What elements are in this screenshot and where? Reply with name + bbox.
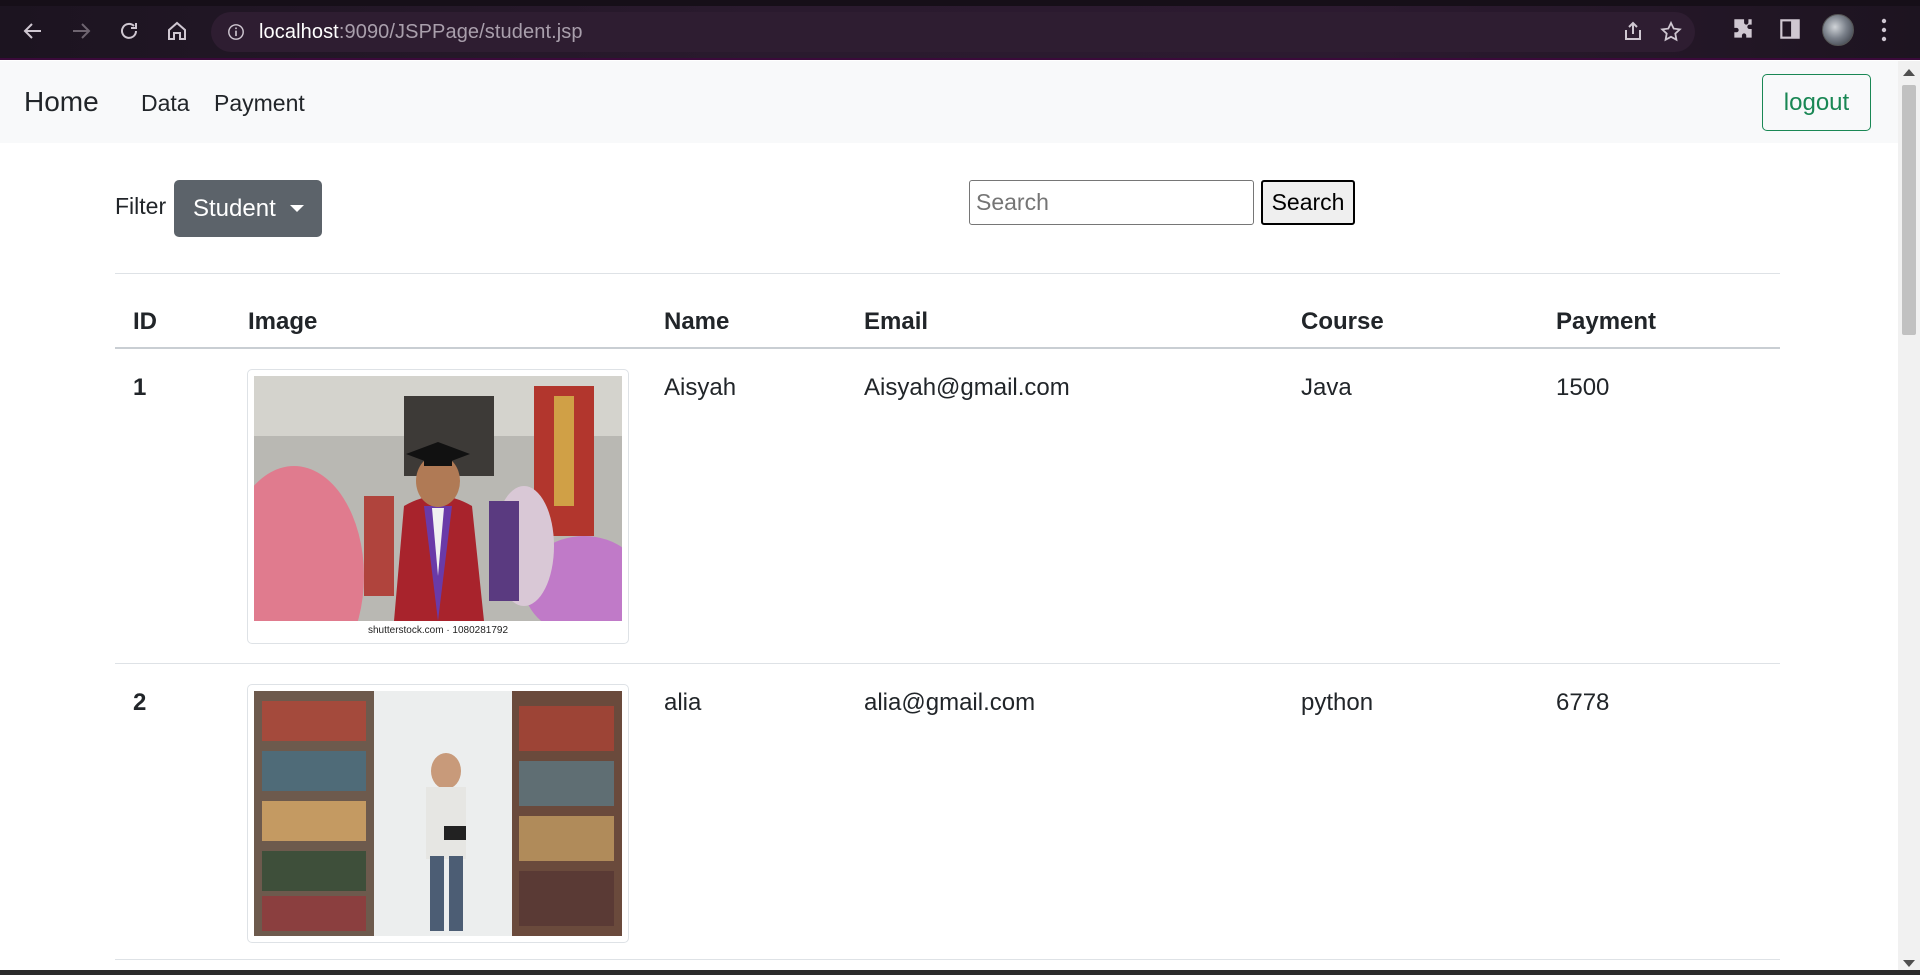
tab-strip — [0, 0, 1920, 6]
cell-name: alia — [664, 689, 702, 716]
browser-toolbar: localhost:9090/JSPPage/student.jsp — [0, 0, 1920, 60]
table-row: 1 shutterstock.com · 1080281792 Aisyah A… — [115, 349, 1780, 664]
cell-id: 2 — [133, 689, 147, 716]
scroll-down-arrow-icon[interactable] — [1903, 960, 1915, 967]
filter-dropdown[interactable]: Student — [174, 180, 322, 237]
scroll-up-arrow-icon[interactable] — [1903, 69, 1915, 76]
column-header-id: ID — [133, 308, 157, 335]
reload-button[interactable] — [112, 14, 146, 48]
arrow-left-icon — [23, 23, 41, 39]
table-row: 2 alia alia@gmail.com python 6778 — [115, 664, 1780, 960]
filter-dropdown-value: Student — [193, 194, 276, 222]
page-viewport: Home Data Payment logout Filter Student … — [0, 61, 1898, 975]
bookmark-star-icon[interactable] — [1659, 20, 1683, 44]
table-top-border — [115, 273, 1780, 274]
url-text: localhost:9090/JSPPage/student.jsp — [259, 21, 583, 44]
navbar-brand-home[interactable]: Home — [24, 86, 99, 118]
search-button[interactable]: Search — [1261, 180, 1355, 225]
address-bar[interactable]: localhost:9090/JSPPage/student.jsp — [211, 12, 1695, 52]
cell-email: Aisyah@gmail.com — [864, 374, 1070, 401]
more-menu-icon[interactable] — [1880, 16, 1888, 44]
home-button[interactable] — [160, 14, 194, 48]
student-image-library — [247, 684, 629, 943]
reload-icon — [121, 22, 137, 39]
cell-payment: 1500 — [1556, 374, 1610, 401]
extensions-puzzle-icon[interactable] — [1730, 16, 1756, 42]
column-header-payment: Payment — [1556, 308, 1657, 335]
nav-link-payment[interactable]: Payment — [214, 90, 305, 117]
cell-id: 1 — [133, 374, 147, 401]
scrollbar-thumb[interactable] — [1902, 85, 1916, 335]
home-icon — [168, 21, 186, 40]
cell-course: python — [1301, 689, 1374, 716]
column-header-image: Image — [248, 308, 318, 335]
column-header-name: Name — [664, 308, 730, 335]
image-caption: shutterstock.com · 1080281792 — [367, 625, 509, 636]
vertical-scrollbar[interactable] — [1898, 61, 1920, 975]
column-header-course: Course — [1301, 308, 1384, 335]
graduate-photo — [254, 376, 622, 621]
profile-avatar[interactable] — [1822, 14, 1854, 46]
cell-course: Java — [1301, 374, 1352, 401]
caret-down-icon — [289, 205, 304, 212]
cell-email: alia@gmail.com — [864, 689, 1036, 716]
cell-payment: 6778 — [1556, 689, 1610, 716]
student-image-graduate: shutterstock.com · 1080281792 — [247, 369, 629, 644]
navbar: Home Data Payment logout — [0, 61, 1898, 143]
forward-button[interactable] — [64, 14, 98, 48]
back-button[interactable] — [16, 14, 50, 48]
url-path: :9090/JSPPage/student.jsp — [338, 20, 583, 43]
nav-link-data[interactable]: Data — [141, 90, 190, 117]
arrow-right-icon — [73, 23, 91, 39]
row-divider — [115, 959, 1780, 960]
logout-button[interactable]: logout — [1762, 74, 1871, 131]
library-student-photo — [254, 691, 622, 936]
info-icon[interactable] — [227, 23, 245, 41]
filter-label: Filter — [115, 193, 167, 219]
column-header-email: Email — [864, 308, 929, 335]
url-host: localhost — [259, 20, 339, 43]
side-panel-icon[interactable] — [1777, 16, 1803, 42]
share-icon[interactable] — [1621, 20, 1645, 44]
search-input[interactable] — [969, 180, 1254, 225]
cell-name: Aisyah — [664, 374, 737, 401]
window-bottom-edge — [0, 970, 1920, 975]
